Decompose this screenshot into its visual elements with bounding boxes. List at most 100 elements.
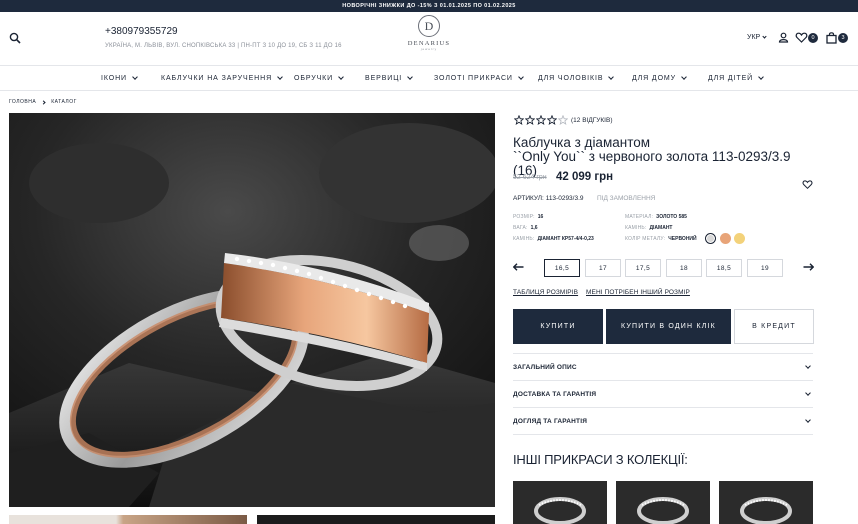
nav-item-for-kids[interactable]: ДЛЯ ДІТЕЙ: [708, 74, 764, 82]
size-option-17-5[interactable]: 17,5: [625, 259, 661, 277]
breadcrumb-catalog[interactable]: КАТАЛОГ: [51, 99, 77, 105]
site-logo[interactable]: D DENARIUS jewelry: [406, 15, 452, 59]
size-option-18[interactable]: 18: [666, 259, 702, 277]
search-icon[interactable]: [9, 32, 21, 44]
credit-button[interactable]: В КРЕДИТ: [734, 309, 814, 344]
spec-size: РОЗМІР: 16: [513, 214, 543, 220]
breadcrumb-home[interactable]: ГОЛОВНА: [9, 99, 36, 105]
chevron-down-icon: [608, 74, 615, 80]
nav-item-for-men[interactable]: ДЛЯ ЧОЛОВІКІВ: [538, 74, 615, 82]
related-product-1[interactable]: [513, 481, 607, 524]
arrow-right-icon[interactable]: [803, 263, 814, 271]
size-option-16-5[interactable]: 16,5: [544, 259, 580, 277]
star-icon: [547, 115, 557, 125]
nav-item-label: ДЛЯ ДІТЕЙ: [708, 75, 754, 82]
spec-value: ЧЕРВОНИЙ: [668, 236, 697, 242]
chevron-down-icon: [805, 389, 811, 396]
size-option-18-5[interactable]: 18,5: [706, 259, 742, 277]
chevron-down-icon: [518, 74, 524, 80]
spec-value: ЗОЛОТО 585: [656, 214, 687, 220]
current-price: 42 099 грн: [556, 171, 614, 183]
metal-color-white[interactable]: [705, 233, 716, 244]
chevron-down-icon: [277, 74, 283, 80]
spec-label: КОЛІР МЕТАЛУ:: [625, 236, 666, 242]
logo-subtitle: jewelry: [420, 47, 438, 51]
logo-name: DENARIUS: [407, 40, 451, 47]
related-ring-image: [513, 481, 607, 524]
accordion-label: ДОСТАВКА ТА ГАРАНТІЯ: [513, 390, 597, 398]
nav-item-label: КАБЛУЧКИ НА ЗАРУЧЕННЯ: [161, 75, 273, 82]
breadcrumb: ГОЛОВНА КАТАЛОГ: [9, 99, 77, 105]
metal-color-yellow[interactable]: [734, 233, 745, 244]
chevron-down-icon: [805, 416, 811, 423]
spec-label: РОЗМІР:: [513, 214, 535, 220]
nav-item-icons[interactable]: ІКОНИ: [101, 74, 138, 82]
spec-label: МАТЕРІАЛ:: [625, 214, 654, 220]
reviews-link[interactable]: (12 ВІДГУКІВ): [571, 117, 613, 124]
chevron-down-icon: [338, 74, 344, 80]
size-option-19[interactable]: 19: [747, 259, 783, 277]
nav-item-label: ОБРУЧКИ: [294, 75, 334, 82]
old-price: 52 624 грн: [513, 174, 547, 181]
language-select[interactable]: УКР: [747, 33, 767, 41]
shopping-bag-icon[interactable]: [825, 31, 838, 44]
store-address: УКРАЇНА, М. ЛЬВІВ, ВУЛ. СНОПКІВСЬКА 33 |…: [105, 43, 342, 49]
nav-item-gold-jewelry[interactable]: ЗОЛОТІ ПРИКРАСИ: [434, 74, 524, 82]
spec-label: КАМІНЬ:: [625, 225, 647, 231]
star-empty-icon: [558, 115, 568, 125]
spec-value: 1,6: [530, 225, 538, 231]
accordion-delivery[interactable]: ДОСТАВКА ТА ГАРАНТІЯ: [513, 380, 813, 407]
related-ring-image: [616, 481, 710, 524]
accordion-care[interactable]: ДОГЛЯД ТА ГАРАНТІЯ: [513, 407, 813, 435]
collection-heading: ІНШІ ПРИКРАСИ З КОЛЕКЦІЇ:: [513, 452, 688, 467]
size-option-17[interactable]: 17: [585, 259, 621, 277]
star-icon: [514, 115, 524, 125]
cart-count-badge: 3: [838, 33, 848, 43]
buy-one-click-button[interactable]: КУПИТИ В ОДИН КЛІК: [606, 309, 731, 344]
chevron-down-icon: [758, 74, 764, 80]
spec-value: ДІАМАНТ: [649, 225, 673, 231]
nav-item-label: ІКОНИ: [101, 75, 127, 82]
nav-item-label: ДЛЯ ДОМУ: [632, 75, 676, 82]
accordion-label: ДОГЛЯД ТА ГАРАНТІЯ: [513, 417, 588, 425]
ring-photo: [9, 113, 495, 507]
metal-color-red[interactable]: [720, 233, 731, 244]
phone-number[interactable]: +380979355729: [105, 26, 178, 37]
related-product-2[interactable]: [616, 481, 710, 524]
arrow-left-icon[interactable]: [513, 263, 524, 271]
nav-item-rosaries[interactable]: ВЕРВИЦІ: [365, 74, 413, 82]
site-header: +380979355729 УКРАЇНА, М. ЛЬВІВ, ВУЛ. СН…: [0, 12, 858, 66]
thumbnail-1[interactable]: [9, 515, 247, 524]
other-size-link[interactable]: МЕНІ ПОТРІБЕН ІНШИЙ РОЗМІР: [586, 289, 690, 296]
nav-item-for-home[interactable]: ДЛЯ ДОМУ: [632, 74, 687, 82]
nav-item-wedding-rings[interactable]: ОБРУЧКИ: [294, 74, 344, 82]
chevron-right-icon: [41, 99, 46, 105]
size-table-link[interactable]: ТАБЛИЦЯ РОЗМІРІВ: [513, 289, 578, 296]
spec-value: 16: [537, 214, 544, 220]
related-product-3[interactable]: [719, 481, 813, 524]
spec-material: МАТЕРІАЛ: ЗОЛОТО 585: [625, 214, 687, 220]
related-ring-image: [719, 481, 813, 524]
availability-status: ПІД ЗАМОВЛЕННЯ: [597, 195, 656, 202]
wishlist-count-badge: 0: [808, 33, 818, 43]
accordion-description[interactable]: ЗАГАЛЬНИЙ ОПИС: [513, 353, 813, 380]
spec-label: КАМІНЬ:: [513, 236, 535, 242]
spec-weight: ВАГА: 1,6: [513, 225, 538, 231]
chevron-down-icon: [762, 33, 767, 39]
star-icon: [536, 115, 546, 125]
spec-label: ВАГА:: [513, 225, 528, 231]
nav-item-engagement-rings[interactable]: КАБЛУЧКИ НА ЗАРУЧЕННЯ: [161, 74, 283, 82]
main-nav: ІКОНИ КАБЛУЧКИ НА ЗАРУЧЕННЯ ОБРУЧКИ ВЕРВ…: [0, 67, 858, 91]
buy-button[interactable]: КУПИТИ: [513, 309, 603, 344]
add-to-wishlist-icon[interactable]: [802, 179, 813, 190]
product-image[interactable]: [9, 113, 495, 507]
spec-metal-color: КОЛІР МЕТАЛУ: ЧЕРВОНИЙ: [625, 236, 697, 242]
nav-item-label: ДЛЯ ЧОЛОВІКІВ: [538, 75, 604, 82]
rating-stars[interactable]: [514, 115, 568, 125]
thumbnail-2[interactable]: [257, 515, 495, 524]
chevron-down-icon: [132, 74, 138, 80]
article-label: АРТИКУЛ:: [513, 195, 544, 202]
user-icon[interactable]: [777, 31, 790, 44]
nav-item-label: ЗОЛОТІ ПРИКРАСИ: [434, 75, 513, 82]
heart-icon[interactable]: [795, 31, 808, 44]
